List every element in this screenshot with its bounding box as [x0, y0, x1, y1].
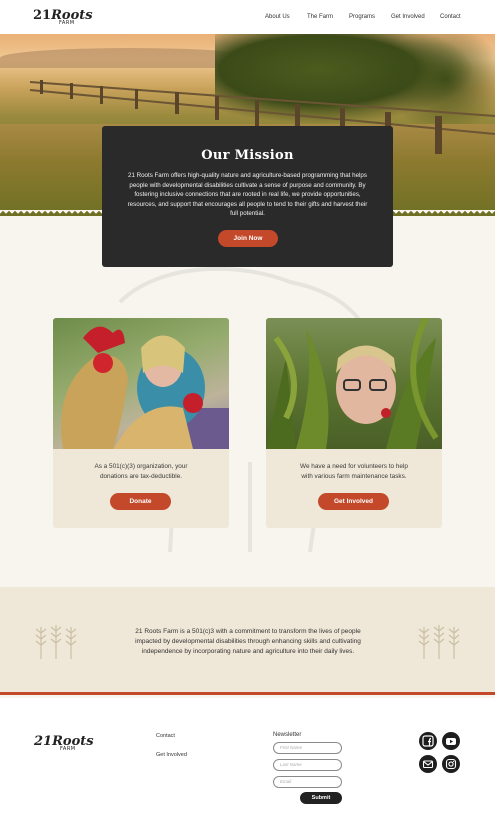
rooster-photo [53, 318, 229, 449]
wheat-icon-right [418, 625, 460, 659]
logo-number: 21 [33, 8, 52, 23]
donate-card: As a 501(c)(3) organization, your donati… [53, 318, 229, 528]
plants-photo [266, 318, 442, 449]
facebook-icon[interactable] [419, 732, 437, 750]
last-name-field[interactable]: Last Name [273, 759, 342, 771]
instagram-icon[interactable] [442, 755, 460, 773]
email-field[interactable]: Email [273, 776, 342, 788]
footer-logo[interactable]: 21Roots FARM [34, 734, 94, 752]
donate-button[interactable]: Donate [110, 493, 171, 510]
youtube-icon[interactable] [442, 732, 460, 750]
mission-card: Our Mission 21 Roots Farm offers high-qu… [102, 126, 393, 267]
site-footer: 21Roots FARM Contact Get Involved Newsle… [0, 698, 495, 832]
mail-icon[interactable] [419, 755, 437, 773]
newsletter-title: Newsletter [273, 732, 302, 738]
footer-link-contact[interactable]: Contact [156, 733, 175, 739]
get-involved-card: We have a need for volunteers to help wi… [266, 318, 442, 528]
statement-band: 21 Roots Farm is a 501(c)3 with a commit… [0, 587, 495, 695]
donate-card-text: As a 501(c)(3) organization, your donati… [94, 463, 188, 480]
footer-logo-number: 21 [34, 734, 53, 749]
logo[interactable]: 21Roots FARM [33, 8, 93, 26]
footer-logo-subtitle: FARM [60, 746, 76, 752]
nav-the-farm[interactable]: The Farm [307, 14, 333, 20]
nav-contact[interactable]: Contact [440, 14, 461, 20]
submit-button[interactable]: Submit [300, 792, 342, 804]
nav-get-involved[interactable]: Get Involved [391, 14, 425, 20]
footer-link-get-involved[interactable]: Get Involved [156, 752, 187, 758]
volunteer-card-text: We have a need for volunteers to help wi… [300, 463, 408, 480]
get-involved-button[interactable]: Get Involved [318, 493, 389, 510]
site-header: 21Roots FARM About Us The Farm Programs … [0, 0, 495, 34]
wheat-icon-left [35, 625, 77, 659]
first-name-field[interactable]: First Name [273, 742, 342, 754]
logo-subtitle: FARM [59, 20, 75, 26]
plants-illustration [266, 318, 439, 449]
statement-text: 21 Roots Farm is a 501(c)3 with a commit… [135, 628, 361, 655]
join-now-button[interactable]: Join Now [218, 230, 278, 247]
rooster-illustration [61, 326, 229, 449]
mission-body: 21 Roots Farm offers high-quality nature… [127, 172, 368, 218]
nav-about-us[interactable]: About Us [265, 14, 290, 20]
nav-programs[interactable]: Programs [349, 14, 375, 20]
mission-title: Our Mission [201, 148, 294, 163]
